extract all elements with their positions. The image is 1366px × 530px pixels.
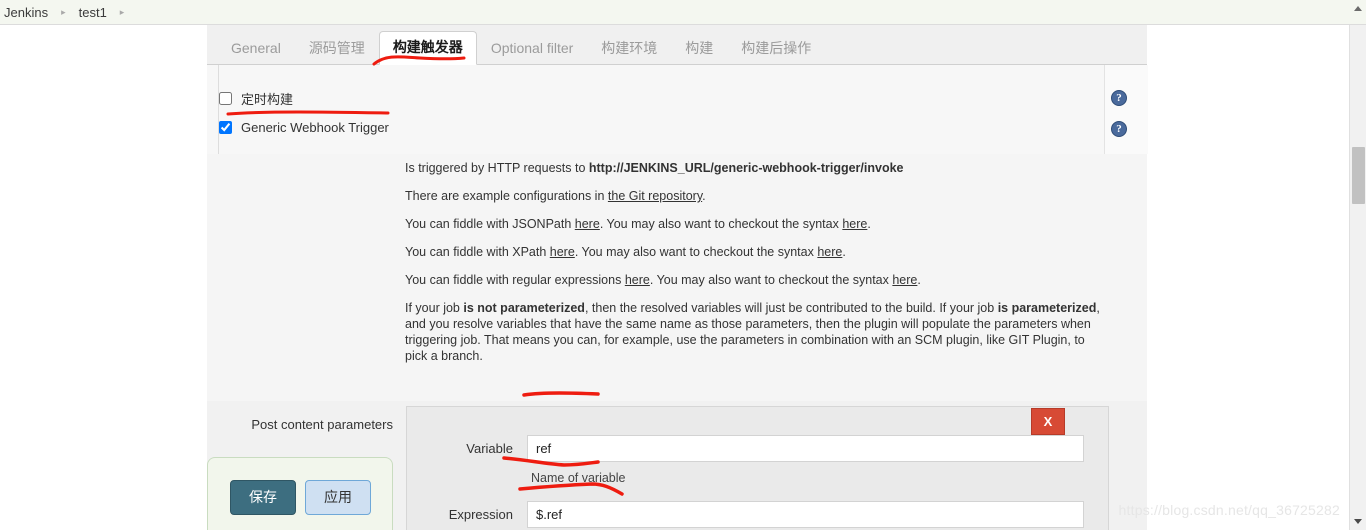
link-regex-syntax[interactable]: here: [892, 273, 917, 287]
scroll-down-arrow-icon[interactable]: [1354, 519, 1362, 524]
desc-bold-not-parameterized: is not parameterized: [463, 301, 585, 315]
apply-button[interactable]: 应用: [305, 480, 371, 515]
variable-input[interactable]: [527, 435, 1084, 462]
description-line-xpath: You can fiddle with XPath here. You may …: [405, 244, 1105, 260]
post-content-parameters-label: Post content parameters: [251, 417, 393, 432]
tab-build-triggers[interactable]: 构建触发器: [378, 31, 477, 65]
checkbox-generic-webhook-trigger[interactable]: [219, 121, 232, 134]
desc-text: . You may also want to checkout the synt…: [574, 245, 818, 259]
desc-text: You can fiddle with XPath: [405, 245, 550, 259]
expression-label: Expression: [448, 507, 513, 522]
breadcrumb-item-jenkins[interactable]: Jenkins: [0, 5, 52, 20]
tab-source-management[interactable]: 源码管理: [295, 32, 379, 65]
breadcrumb-separator-icon: ▸: [61, 6, 66, 17]
tab-build[interactable]: 构建: [671, 32, 727, 65]
desc-text: .: [917, 273, 921, 287]
variable-field-row: Variable: [417, 435, 1084, 462]
variable-label: Variable: [466, 441, 513, 456]
config-tab-bar: General 源码管理 构建触发器 Optional filter 构建环境 …: [207, 25, 1147, 65]
desc-text: If your job: [405, 301, 464, 315]
tab-general[interactable]: General: [217, 32, 295, 65]
desc-text: . You may also want to checkout the synt…: [599, 217, 843, 231]
form-action-bar: 保存 应用: [207, 457, 393, 530]
desc-text: .: [842, 245, 846, 259]
desc-text: .: [867, 217, 871, 231]
tab-optional-filter[interactable]: Optional filter: [477, 32, 587, 65]
link-xpath-fiddle[interactable]: here: [550, 245, 575, 259]
trigger-scheduled-build-label: 定时构建: [241, 92, 294, 107]
jenkins-job-config-page: Jenkins ▸ test1 ▸ General 源码管理 构建触发器 Opt…: [0, 0, 1366, 530]
description-paragraph-parameterized: If your job is not parameterized, then t…: [405, 300, 1105, 364]
plugin-description: Is triggered by HTTP requests to http://…: [405, 160, 1105, 364]
breadcrumb: Jenkins ▸ test1 ▸: [0, 0, 1366, 25]
desc-text: Is triggered by HTTP requests to: [405, 161, 589, 175]
desc-text: You can fiddle with regular expressions: [405, 273, 625, 287]
help-icon-scheduled-build[interactable]: ?: [1111, 90, 1127, 106]
desc-text: There are example configurations in: [405, 189, 608, 203]
post-content-parameter-entry: Variable Name of variable Expression JSO…: [406, 406, 1109, 530]
link-jsonpath-syntax[interactable]: here: [842, 217, 867, 231]
desc-text: You can fiddle with JSONPath: [405, 217, 575, 231]
description-line-regex: You can fiddle with regular expressions …: [405, 272, 1105, 288]
desc-text: .: [702, 189, 706, 203]
help-icon-generic-webhook-trigger[interactable]: ?: [1111, 121, 1127, 137]
save-button[interactable]: 保存: [230, 480, 296, 515]
webhook-invoke-url: http://JENKINS_URL/generic-webhook-trigg…: [588, 161, 904, 175]
trigger-generic-webhook-label: Generic Webhook Trigger: [241, 120, 389, 135]
breadcrumb-separator-icon: ▸: [119, 6, 125, 17]
variable-hint: Name of variable: [531, 471, 626, 485]
scrollbar-thumb[interactable]: [1352, 147, 1365, 204]
desc-text: , then the resolved variables will just …: [584, 301, 998, 315]
description-line-examples: There are example configurations in the …: [405, 188, 1105, 204]
expression-input[interactable]: [527, 501, 1084, 528]
description-line-jsonpath: You can fiddle with JSONPath here. You m…: [405, 216, 1105, 232]
help-icon-column: [1104, 65, 1148, 154]
link-xpath-syntax[interactable]: here: [817, 245, 842, 259]
breadcrumb-item-test1[interactable]: test1: [75, 5, 111, 20]
tab-post-build-actions[interactable]: 构建后操作: [727, 32, 825, 65]
link-regex-fiddle[interactable]: here: [625, 273, 650, 287]
config-panel: General 源码管理 构建触发器 Optional filter 构建环境 …: [207, 25, 1148, 530]
link-jsonpath-fiddle[interactable]: here: [575, 217, 600, 231]
expression-field-row: Expression: [417, 501, 1084, 528]
desc-text: . You may also want to checkout the synt…: [649, 273, 893, 287]
tab-build-environment[interactable]: 构建环境: [587, 32, 671, 65]
watermark: https://blog.csdn.net/qq_36725282: [1118, 502, 1340, 518]
trigger-scheduled-build[interactable]: 定时构建: [219, 89, 293, 108]
scroll-up-arrow-icon[interactable]: [1354, 6, 1362, 11]
trigger-generic-webhook[interactable]: Generic Webhook Trigger: [219, 120, 389, 135]
vertical-scrollbar[interactable]: [1349, 6, 1366, 530]
delete-parameter-button[interactable]: X: [1031, 408, 1065, 435]
description-line-invoke-url: Is triggered by HTTP requests to http://…: [405, 160, 1105, 176]
checkbox-scheduled-build[interactable]: [219, 92, 232, 105]
link-git-repository[interactable]: the Git repository: [608, 189, 702, 203]
desc-bold-parameterized: is parameterized: [997, 301, 1097, 315]
